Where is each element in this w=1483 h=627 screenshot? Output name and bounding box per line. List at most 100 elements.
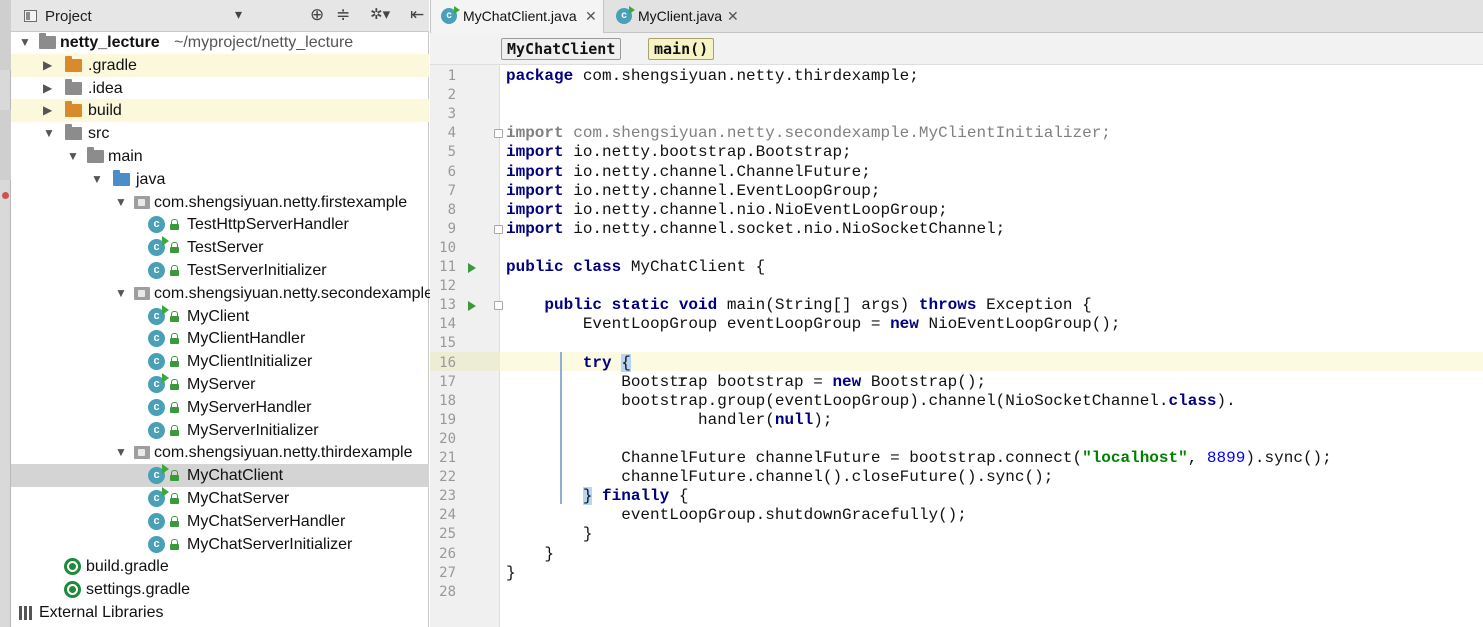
close-tab-icon[interactable]: ✕ (585, 8, 597, 24)
project-panel-title[interactable]: Project (45, 8, 92, 25)
tree-item[interactable]: c TestServerInitializer (11, 259, 429, 282)
current-line-highlight (500, 352, 1483, 371)
tree-item[interactable]: c MyClientInitializer (11, 350, 429, 373)
tree-item[interactable]: c MyClientHandler (11, 327, 429, 350)
line-number: 13 (439, 297, 456, 314)
java-class-icon: c (148, 512, 165, 530)
left-tool-strip (0, 0, 11, 627)
breadcrumb-class[interactable]: MyChatClient (501, 38, 622, 60)
run-gutter-icon[interactable] (468, 301, 476, 312)
java-class-icon: c (148, 373, 169, 393)
tree-item[interactable]: ▼ java (11, 168, 429, 191)
line-number: 20 (439, 430, 456, 447)
tree-item[interactable]: c MyServer (11, 373, 429, 396)
java-class-icon: c (148, 464, 169, 485)
collapsed-arrow-icon[interactable]: ▶ (43, 80, 55, 96)
tree-item[interactable]: c MyChatClient (11, 464, 429, 488)
line-number: 27 (439, 564, 456, 581)
tree-item[interactable]: ▼ src (11, 122, 429, 145)
tree-item-label: com.shengsiyuan.netty.thirdexample (154, 444, 413, 462)
editor-tab-bar: c MyChatClient.java ✕ c MyClient.java ✕ (430, 0, 1483, 33)
tree-item[interactable]: External Libraries (11, 601, 429, 624)
tree-item[interactable]: c MyChatServer (11, 487, 429, 510)
java-class-icon: c (148, 330, 165, 348)
code-line[interactable]: EventLoopGroup eventLoopGroup = new NioE… (506, 315, 1121, 334)
project-view-dropdown-icon[interactable]: ▾ (235, 6, 242, 23)
code-line[interactable]: handler(null); (506, 411, 832, 430)
code-line[interactable]: import io.netty.channel.ChannelFuture; (506, 163, 871, 182)
tree-item[interactable]: settings.gradle (11, 578, 429, 601)
public-access-icon (170, 356, 179, 368)
code-line[interactable]: } (506, 545, 554, 564)
folder-icon (65, 124, 82, 141)
tree-item[interactable]: ▶ .gradle (11, 53, 429, 77)
code-line[interactable]: } finally { (506, 487, 688, 506)
run-gutter-icon[interactable] (468, 263, 476, 273)
line-number-gutter[interactable]: 1 2 3 4 5 6 7 8 9 10 11 12 13 14 15 16 17 18 19 20 21 22 23 24 2… (430, 65, 503, 627)
tree-item[interactable]: c MyChatServerHandler (11, 510, 429, 533)
tab-mychatclient-java[interactable]: c MyChatClient.java ✕ (430, 0, 604, 33)
code-line[interactable]: eventLoopGroup.shutdownGracefully(); (506, 506, 967, 525)
project-tree: ▼ netty_lecture ~/myproject/netty_lecture ▶… (11, 31, 433, 627)
collapsed-arrow-icon[interactable]: ▶ (43, 102, 55, 118)
settings-gear-icon[interactable]: ✲▾ (370, 5, 390, 25)
code-line[interactable]: public static void main(String[] args) t… (506, 296, 1091, 315)
tree-item[interactable]: ▼ com.shengsiyuan.netty.secondexample (11, 282, 433, 305)
code-line[interactable]: try { (506, 353, 631, 373)
tree-item[interactable]: c TestHttpServerHandler (11, 213, 429, 236)
tree-item[interactable]: ▶ build (11, 99, 429, 123)
editor-area: c MyChatClient.java ✕ c MyClient.java ✕ … (430, 0, 1483, 627)
breadcrumb-method[interactable]: main() (648, 38, 715, 60)
code-editor[interactable]: ⌶ package com.shengsiyuan.netty.thirdexa… (500, 65, 1483, 627)
tree-item[interactable]: ▶ .idea (11, 77, 429, 100)
line-number: 3 (447, 106, 456, 123)
libraries-icon (19, 606, 36, 620)
code-line[interactable]: import io.netty.channel.socket.nio.NioSo… (506, 220, 1005, 239)
tree-item[interactable]: c MyClient (11, 304, 429, 328)
code-line[interactable]: import io.netty.bootstrap.Bootstrap; (506, 143, 852, 162)
tab-myclient-java[interactable]: c MyClient.java ✕ (606, 0, 746, 33)
tree-item[interactable]: ▼ com.shengsiyuan.netty.firstexample (11, 191, 429, 214)
code-line[interactable]: bootstrap.group(eventLoopGroup).channel(… (506, 392, 1236, 411)
close-tab-icon[interactable]: ✕ (727, 8, 739, 24)
tree-item[interactable]: build.gradle (11, 555, 429, 578)
code-line[interactable]: import io.netty.channel.EventLoopGroup; (506, 182, 880, 201)
hide-panel-icon[interactable]: ⇤ (410, 5, 424, 25)
code-line[interactable]: import com.shengsiyuan.netty.secondexamp… (506, 124, 1111, 143)
tree-item[interactable]: ▼ netty_lecture ~/myproject/netty_lecture (11, 31, 429, 54)
scroll-from-source-icon[interactable]: ⊕ (310, 5, 324, 25)
code-line[interactable]: } (506, 564, 516, 583)
expanded-arrow-icon[interactable]: ▼ (43, 125, 55, 141)
structure-tool-tab[interactable] (0, 110, 11, 180)
expanded-arrow-icon[interactable]: ▼ (115, 285, 127, 301)
project-panel: Project ▾ ⊕ ≑ ✲▾ ⇤ ▼ netty_lecture ~/mypro… (11, 0, 433, 627)
code-line[interactable]: ChannelFuture channelFuture = bootstrap.… (506, 449, 1332, 468)
code-line[interactable]: } (506, 525, 593, 544)
tree-item-label: TestHttpServerHandler (187, 216, 349, 234)
code-line[interactable]: channelFuture.channel().closeFuture().sy… (506, 468, 1053, 487)
tree-item[interactable]: c TestServer (11, 236, 429, 259)
collapsed-arrow-icon[interactable]: ▶ (43, 57, 55, 73)
code-line[interactable]: package com.shengsiyuan.netty.thirdexamp… (506, 67, 919, 86)
expanded-arrow-icon[interactable]: ▼ (115, 444, 127, 460)
tree-item[interactable]: ▼ com.shengsiyuan.netty.thirdexample (11, 441, 429, 464)
expanded-arrow-icon[interactable]: ▼ (115, 194, 127, 210)
favorites-dot-icon (2, 192, 9, 199)
code-line[interactable]: Bootstrap bootstrap = new Bootstrap(); (506, 373, 986, 392)
tree-item[interactable]: c MyServerInitializer (11, 419, 429, 442)
code-line[interactable]: import io.netty.channel.nio.NioEventLoop… (506, 201, 948, 220)
public-access-icon (170, 424, 179, 436)
collapse-all-icon[interactable]: ≑ (336, 5, 350, 25)
code-line[interactable]: public class MyChatClient { (506, 258, 765, 277)
expanded-arrow-icon[interactable]: ▼ (67, 148, 79, 164)
public-access-icon (170, 219, 179, 231)
project-tool-tab[interactable] (0, 0, 11, 70)
tree-item[interactable]: c MyServerHandler (11, 396, 429, 419)
tree-item[interactable]: ▼ main (11, 145, 429, 168)
excluded-folder-icon (65, 55, 82, 72)
public-access-icon (170, 379, 179, 390)
module-folder-icon (39, 33, 56, 49)
tree-item[interactable]: c MyChatServerInitializer (11, 533, 429, 556)
expanded-arrow-icon[interactable]: ▼ (91, 171, 103, 187)
expanded-arrow-icon[interactable]: ▼ (19, 34, 31, 50)
